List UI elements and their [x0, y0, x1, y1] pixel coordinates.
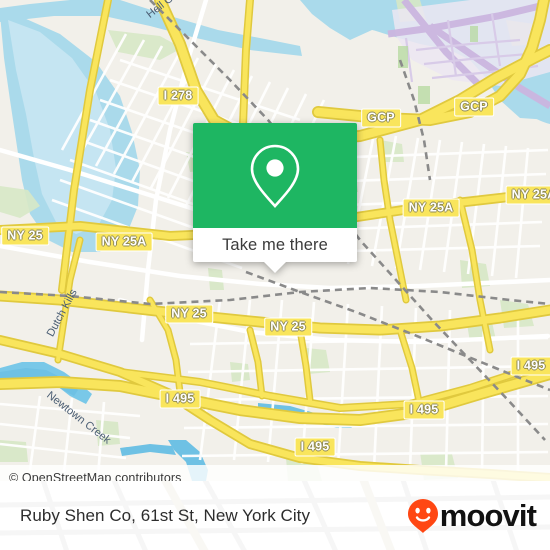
road-shield: I 495 [159, 389, 201, 409]
destination-callout-card[interactable]: Take me there [193, 123, 357, 273]
road-shield: NY 25 [165, 304, 213, 324]
road-shield: I 278 [157, 86, 199, 106]
moovit-logo[interactable]: moovit [407, 498, 537, 534]
callout-pin-area [193, 123, 357, 228]
road-shield: NY 25 [1, 226, 49, 246]
road-shield: NY 25A [505, 185, 550, 205]
take-me-there-label: Take me there [222, 235, 328, 254]
road-shield: GCP [454, 97, 494, 117]
road-shield: NY 25A [95, 232, 153, 252]
road-shield: GCP [361, 108, 401, 128]
footer-bar: Ruby Shen Co, 61st St, New York City moo… [0, 481, 550, 550]
moovit-wordmark: moovit [439, 498, 537, 533]
map-attribution: © OpenStreetMap contributors [0, 465, 550, 481]
place-title: Ruby Shen Co, 61st St, New York City [20, 505, 310, 525]
moovit-map-screenshot: Hell GaI 278GCPGCPNY 25ANY 25ANY 25NY 25… [0, 0, 550, 550]
moovit-smiling-pin-icon [407, 498, 438, 533]
take-me-there-button[interactable]: Take me there [193, 228, 357, 262]
road-shield: I 495 [510, 356, 550, 376]
road-shield: NY 25A [402, 198, 460, 218]
callout-tail [264, 262, 286, 273]
map-pin-icon [250, 144, 300, 208]
road-shield: NY 25 [264, 317, 312, 337]
road-shield: I 495 [294, 437, 336, 457]
attribution-text: © OpenStreetMap contributors [9, 470, 182, 482]
road-shield: I 495 [403, 400, 445, 420]
map-canvas[interactable]: Hell GaI 278GCPGCPNY 25ANY 25ANY 25NY 25… [0, 0, 550, 481]
